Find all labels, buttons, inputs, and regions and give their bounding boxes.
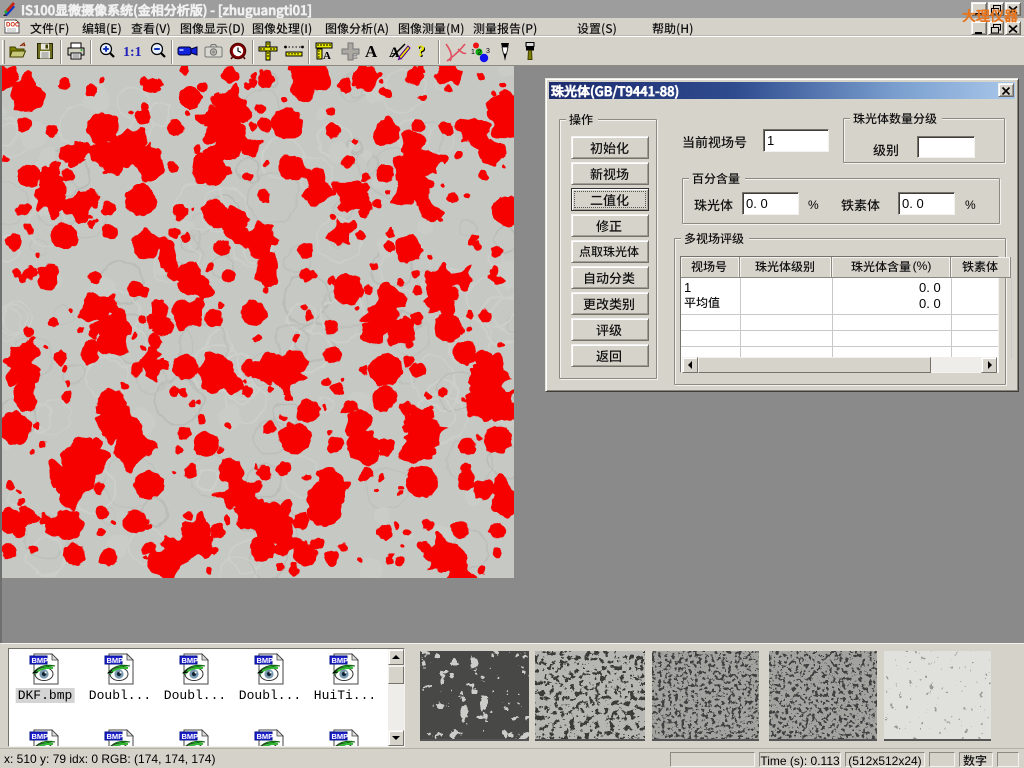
svg-text:BMP: BMP [107, 656, 124, 665]
svg-text:BMP: BMP [32, 656, 49, 665]
svg-text:A: A [365, 42, 378, 61]
svg-text:1: 1 [471, 49, 475, 56]
svg-text:3: 3 [486, 48, 490, 55]
svg-text:2: 2 [478, 50, 482, 57]
svg-text:BMP: BMP [257, 656, 274, 665]
svg-text:BMP: BMP [182, 656, 199, 665]
svg-text:BMP: BMP [107, 732, 124, 741]
svg-text:1:1: 1:1 [123, 45, 142, 60]
svg-text:A: A [323, 50, 331, 61]
svg-text:BMP: BMP [32, 732, 49, 741]
svg-text:BMP: BMP [182, 732, 199, 741]
svg-text:?: ? [417, 43, 425, 60]
svg-text:BMP: BMP [332, 656, 349, 665]
svg-text:DOC: DOC [6, 23, 20, 29]
svg-text:BMP: BMP [332, 732, 349, 741]
svg-text:BMP: BMP [257, 732, 274, 741]
